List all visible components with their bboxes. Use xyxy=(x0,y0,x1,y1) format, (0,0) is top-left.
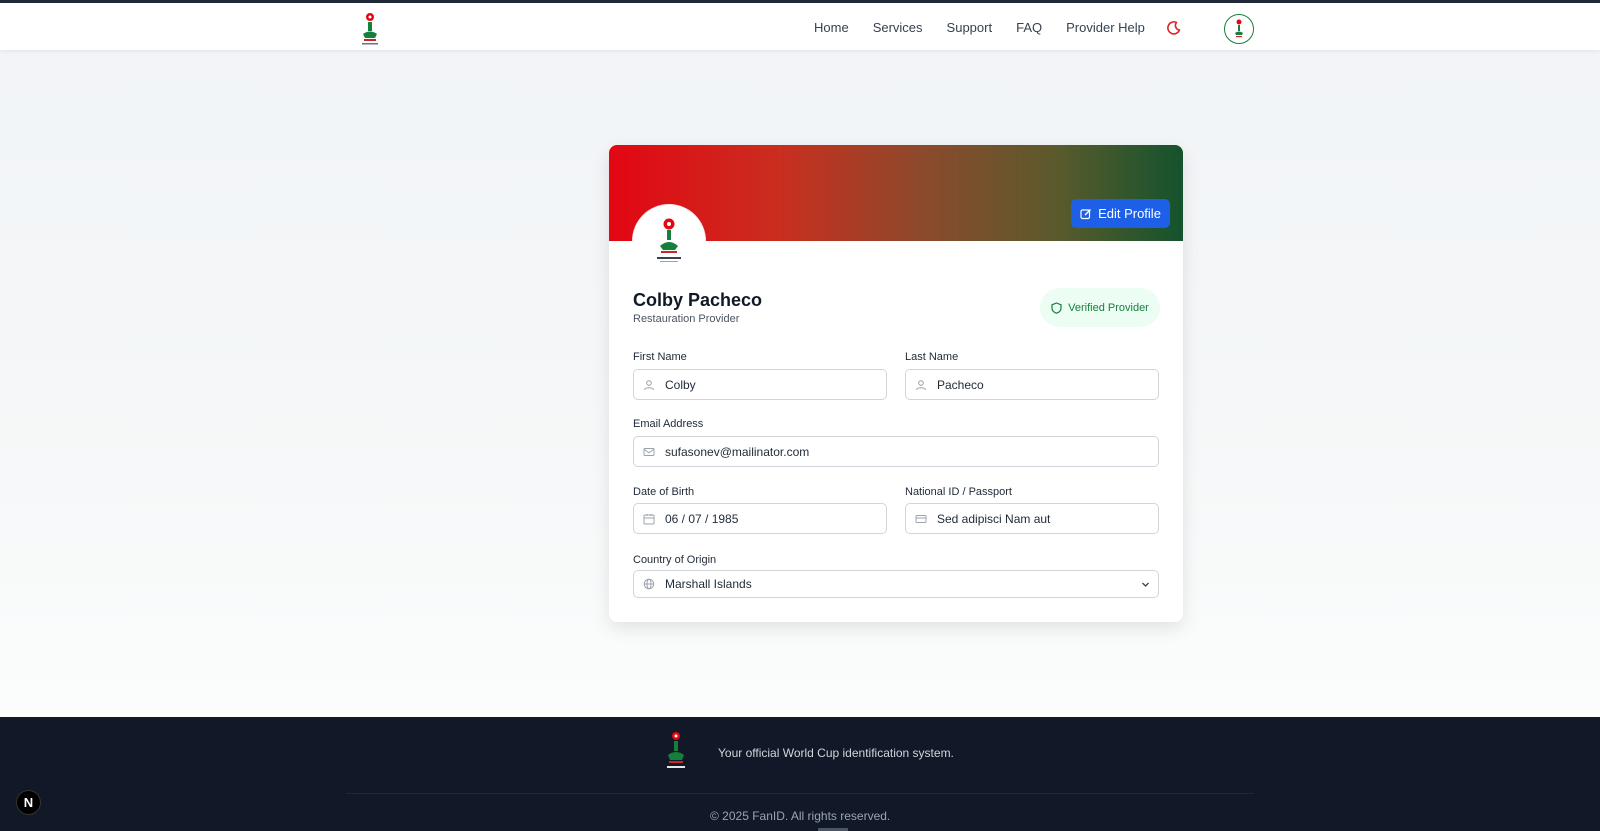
national-id-field[interactable]: Sed adipisci Nam aut xyxy=(905,503,1159,534)
user-icon xyxy=(644,379,654,390)
moon-icon[interactable] xyxy=(1166,20,1182,36)
mascot-logo-icon xyxy=(657,218,681,262)
first-name-label: First Name xyxy=(633,351,687,363)
national-id-label: National ID / Passport xyxy=(905,486,1012,498)
profile-avatar xyxy=(633,205,705,277)
dob-value: 06 / 07 / 1985 xyxy=(665,511,739,526)
main-nav: Home Services Support FAQ Provider Help xyxy=(814,20,1169,35)
first-name-field[interactable]: Colby xyxy=(633,369,887,400)
last-name-label: Last Name xyxy=(905,351,959,363)
last-name-value: Pacheco xyxy=(937,377,984,392)
country-label: Country of Origin xyxy=(633,554,717,566)
first-name-value: Colby xyxy=(665,377,696,392)
profile-role: Restauration Provider xyxy=(633,313,740,325)
last-name-field[interactable]: Pacheco xyxy=(905,369,1159,400)
edit-profile-button[interactable]: Edit Profile xyxy=(1071,199,1170,228)
footer-tagline: Your official World Cup identification s… xyxy=(718,746,954,760)
calendar-icon xyxy=(643,513,655,524)
nav-provider-help[interactable]: Provider Help xyxy=(1066,20,1145,35)
country-select[interactable]: Marshall Islands xyxy=(633,570,1159,598)
profile-card: Edit Profile Colby Pacheco Restauration … xyxy=(609,145,1183,622)
profile-name: Colby Pacheco xyxy=(633,290,763,310)
id-card-icon xyxy=(915,514,927,523)
chevron-down-icon xyxy=(1142,582,1149,587)
top-navbar: Home Services Support FAQ Provider Help xyxy=(0,0,1600,50)
footer-divider xyxy=(346,793,1254,794)
edit-icon xyxy=(1080,208,1092,219)
mascot-logo-icon xyxy=(667,732,685,768)
verified-badge: Verified Provider xyxy=(1040,288,1160,327)
verified-badge-label: Verified Provider xyxy=(1068,301,1149,314)
page-footer: Your official World Cup identification s… xyxy=(0,717,1600,831)
email-field[interactable]: sufasonev@mailinator.com xyxy=(633,436,1159,467)
user-icon xyxy=(916,379,926,390)
nav-faq[interactable]: FAQ xyxy=(1016,20,1042,35)
dob-field[interactable]: 06 / 07 / 1985 xyxy=(633,503,887,534)
mascot-logo-icon[interactable] xyxy=(358,12,382,48)
globe-icon xyxy=(643,578,655,590)
nav-services[interactable]: Services xyxy=(873,20,923,35)
email-label: Email Address xyxy=(633,418,704,430)
shield-icon xyxy=(1051,301,1062,314)
footer-copyright: © 2025 FanID. All rights reserved. xyxy=(710,809,891,823)
user-avatar-button[interactable] xyxy=(1224,14,1254,44)
user-avatar-icon xyxy=(1235,19,1243,38)
dob-label: Date of Birth xyxy=(633,486,695,498)
dev-tools-badge[interactable]: N xyxy=(16,790,41,815)
nav-home[interactable]: Home xyxy=(814,20,849,35)
edit-profile-label: Edit Profile xyxy=(1098,206,1161,221)
nav-support[interactable]: Support xyxy=(947,20,993,35)
national-id-value: Sed adipisci Nam aut xyxy=(937,511,1051,526)
email-value: sufasonev@mailinator.com xyxy=(665,444,810,459)
country-value: Marshall Islands xyxy=(665,577,752,591)
mail-icon xyxy=(643,447,655,456)
